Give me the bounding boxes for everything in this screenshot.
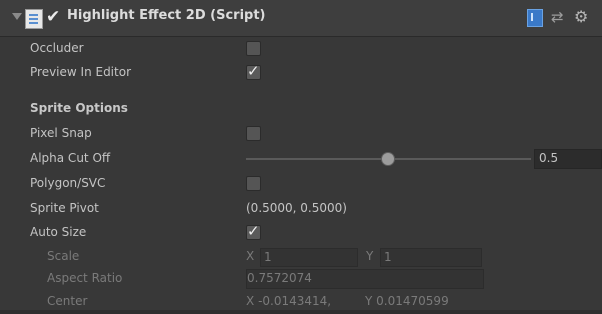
sprite-pivot-label: Sprite Pivot [30, 201, 99, 215]
sprite-pivot-row: Sprite Pivot (0.5000, 0.5000) [0, 197, 602, 221]
inspector-panel: ✔ Highlight Effect 2D (Script) ⇄ ⚙ Occlu… [0, 0, 602, 310]
component-title: Highlight Effect 2D (Script) [67, 8, 266, 23]
center-row: Center X -0.0143414, Y 0.01470599 [0, 290, 602, 314]
gear-icon[interactable]: ⚙ [574, 9, 588, 25]
x-axis-label: X [246, 249, 255, 263]
alpha-cut-off-row: Alpha Cut Off 0.5 [0, 147, 602, 171]
pixel-snap-row: Pixel Snap [0, 122, 602, 146]
scale-row: Scale X 1 Y 1 [0, 245, 602, 269]
scale-y-value: 1 [384, 250, 392, 264]
preview-in-editor-checkbox[interactable] [246, 62, 261, 80]
preview-in-editor-row: Preview In Editor [0, 61, 602, 85]
sprite-pivot-value[interactable]: (0.5000, 0.5000) [246, 201, 347, 215]
occluder-row: Occluder [0, 37, 602, 61]
checkmark-icon[interactable]: ✔ [46, 8, 64, 26]
center-x-field[interactable]: X -0.0143414, [246, 294, 331, 308]
scale-y-field[interactable]: Y 1 [366, 248, 482, 267]
aspect-ratio-field[interactable]: 0.7572074 [246, 269, 484, 289]
x-axis-label: X [246, 294, 255, 308]
occluder-label: Occluder [30, 41, 84, 55]
center-x-separator: , [327, 294, 332, 308]
component-header[interactable]: ✔ Highlight Effect 2D (Script) ⇄ ⚙ [0, 0, 602, 37]
sprite-options-header: Sprite Options [0, 97, 602, 121]
center-y-value: 0.01470599 [376, 294, 449, 308]
preview-in-editor-label: Preview In Editor [30, 65, 131, 79]
occluder-checkbox[interactable] [246, 41, 261, 56]
polygon-svc-row: Polygon/SVC [0, 172, 602, 196]
alpha-cut-off-value: 0.5 [539, 151, 559, 165]
auto-size-row: Auto Size [0, 221, 602, 245]
presets-icon[interactable]: ⇄ [551, 9, 565, 25]
scale-label: Scale [47, 249, 80, 263]
aspect-ratio-row: Aspect Ratio 0.7572074 [0, 267, 602, 291]
pixel-snap-label: Pixel Snap [30, 126, 92, 140]
auto-size-label: Auto Size [30, 225, 87, 239]
auto-size-checkbox[interactable] [246, 222, 261, 240]
alpha-cut-off-label: Alpha Cut Off [30, 151, 111, 165]
center-y-field[interactable]: Y 0.01470599 [365, 294, 449, 308]
slider-handle[interactable] [381, 152, 395, 166]
scale-x-value: 1 [264, 250, 272, 264]
scale-x-field[interactable]: X 1 [246, 248, 358, 267]
y-axis-label: Y [365, 294, 373, 308]
foldout-arrow-icon[interactable] [12, 13, 22, 20]
polygon-svc-label: Polygon/SVC [30, 176, 106, 190]
aspect-ratio-label: Aspect Ratio [47, 271, 123, 285]
pixel-snap-checkbox[interactable] [246, 126, 261, 141]
section-title: Sprite Options [30, 101, 128, 115]
polygon-svc-checkbox[interactable] [246, 176, 261, 191]
alpha-cut-off-field[interactable]: 0.5 [534, 149, 602, 169]
center-x-value: -0.0143414 [258, 294, 328, 308]
script-icon [25, 9, 43, 29]
center-label: Center [47, 294, 88, 308]
help-book-icon[interactable] [527, 9, 543, 27]
aspect-ratio-value: 0.7572074 [247, 271, 312, 285]
y-axis-label: Y [366, 249, 374, 263]
